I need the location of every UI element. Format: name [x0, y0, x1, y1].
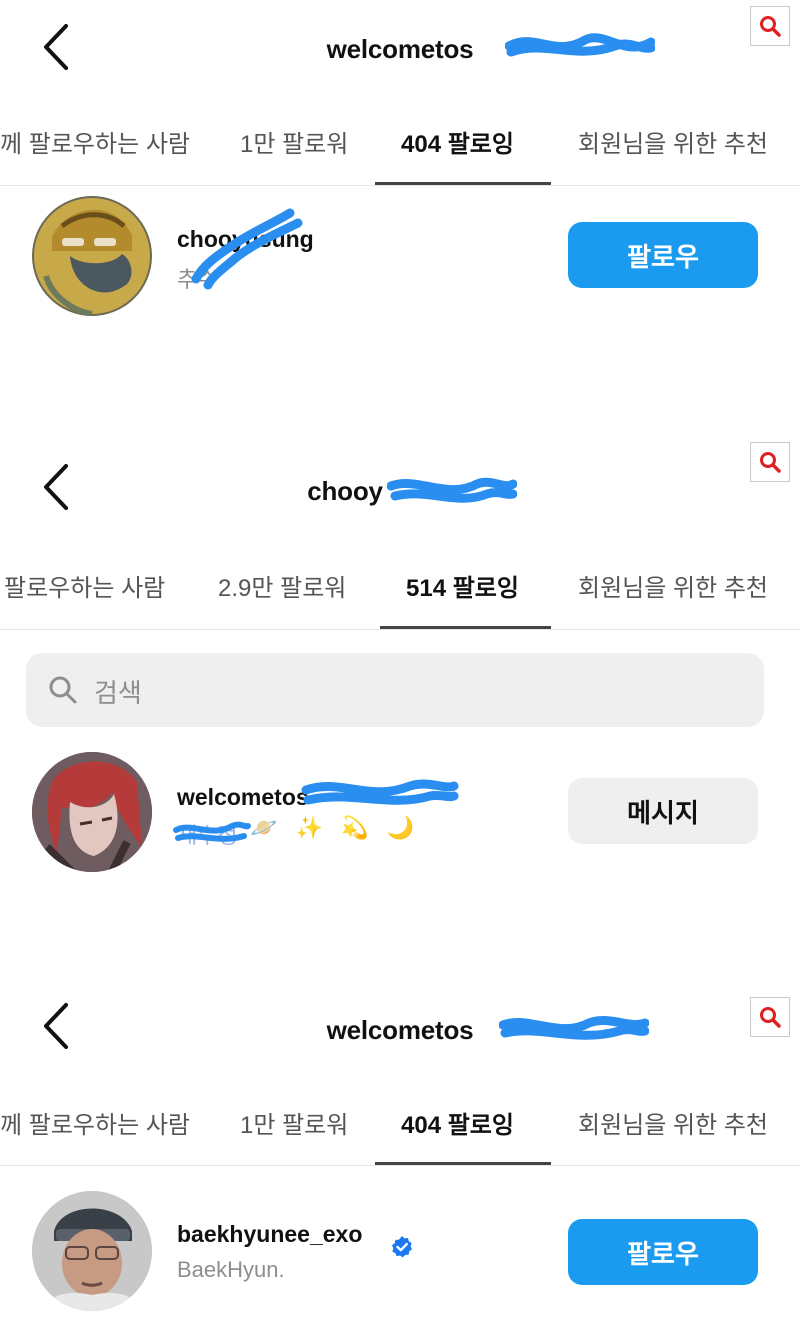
- follow-button[interactable]: 팔로우: [568, 222, 758, 288]
- bio-emojis: 🪐 ✨ 💫 🌙: [250, 815, 420, 840]
- panel-1-following-list: welcometos​ 께 팔로우하는 사람 1만 팔로워 404 팔로잉 회원…: [0, 0, 800, 330]
- tab-mutual-followers[interactable]: 께 팔로우하는 사람: [0, 124, 190, 159]
- tab-mutual-followers[interactable]: 께 팔로우하는 사람: [0, 1105, 190, 1140]
- page-title: welcometos: [0, 1015, 800, 1046]
- list-item-fullname: BaekHyun.: [177, 1257, 285, 1282]
- tab-divider: [0, 1165, 800, 1166]
- magnifier-zoom-icon[interactable]: [750, 997, 790, 1037]
- tab-followers[interactable]: 1만 팔로워: [240, 1105, 348, 1140]
- message-button[interactable]: 메시지: [568, 778, 758, 844]
- list-item-username[interactable]: chooyusung: [177, 226, 314, 253]
- list-item-username[interactable]: welcometos: [177, 784, 309, 811]
- profile-username-title: welcometos: [326, 34, 474, 64]
- page-title: chooy: [0, 476, 800, 507]
- tab-following[interactable]: 404 팔로잉: [401, 1105, 514, 1140]
- tab-following[interactable]: 404 팔로잉: [401, 124, 514, 159]
- redaction-scribble: [498, 1015, 649, 1040]
- search-icon: [48, 675, 78, 710]
- profile-username-title: welcometos: [326, 1015, 474, 1045]
- list-item-username[interactable]: baekhyunee_exo: [177, 1221, 362, 1248]
- follow-button[interactable]: 팔로우: [568, 1219, 758, 1285]
- tab-suggested[interactable]: 회원님을 위한 추천: [578, 1105, 768, 1140]
- tab-suggested[interactable]: 회원님을 위한 추천: [578, 124, 768, 159]
- magnifier-zoom-icon[interactable]: [750, 6, 790, 46]
- tab-divider: [0, 629, 800, 630]
- magnifier-zoom-icon[interactable]: [750, 442, 790, 482]
- search-input[interactable]: 검색: [26, 653, 764, 727]
- tab-divider: [0, 185, 800, 186]
- verified-badge-icon: [390, 1235, 414, 1264]
- profile-username-title: chooy: [307, 476, 383, 506]
- tab-followers[interactable]: 1만 팔로워: [240, 124, 348, 159]
- panel-3-following-list: welcometos 께 팔로우하는 사람 1만 팔로워 404 팔로잉 회원님…: [0, 985, 800, 1335]
- search-placeholder: 검색: [94, 678, 142, 708]
- page-title: welcometos​: [0, 33, 800, 65]
- tab-followers[interactable]: 2.9만 팔로워: [218, 568, 346, 603]
- list-item-fullname: 채수정: [177, 823, 238, 848]
- tab-suggested[interactable]: 회원님을 위한 추천: [578, 568, 768, 603]
- avatar[interactable]: [32, 1191, 152, 1311]
- avatar[interactable]: [32, 752, 152, 872]
- redaction-scribble: [387, 477, 518, 503]
- tab-following[interactable]: 514 팔로잉: [406, 568, 519, 603]
- redaction-scribble: [504, 33, 655, 57]
- panel-2-following-list: chooy 팔로우하는 사람 2.9만 팔로워 514 팔로잉 회원님을 위한 …: [0, 440, 800, 880]
- redaction-scribble: [301, 779, 459, 805]
- list-item-fullname: 추수: [177, 267, 218, 292]
- avatar[interactable]: [32, 196, 152, 316]
- tab-mutual-followers[interactable]: 팔로우하는 사람: [4, 568, 165, 603]
